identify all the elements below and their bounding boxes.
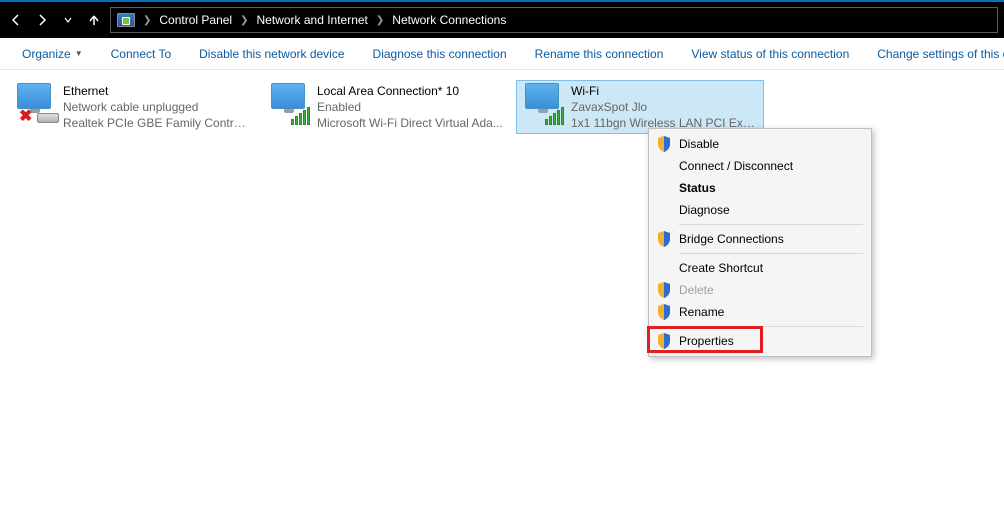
address-box[interactable]: ❯ Control Panel ❯ Network and Internet ❯… — [110, 7, 998, 33]
ctx-delete: Delete — [649, 279, 871, 301]
ctx-diagnose[interactable]: Diagnose — [649, 199, 871, 221]
ctx-connect[interactable]: Connect / Disconnect — [649, 155, 871, 177]
shield-icon — [657, 231, 671, 247]
shield-icon — [657, 304, 671, 320]
toolbar-label: Disable this network device — [199, 47, 344, 61]
ctx-label: Connect / Disconnect — [679, 159, 793, 173]
connection-item-local[interactable]: Local Area Connection* 10 Enabled Micros… — [262, 80, 510, 134]
shield-icon — [657, 282, 671, 298]
wifi-icon — [521, 83, 569, 129]
ctx-label: Rename — [679, 305, 724, 319]
ctx-label: Bridge Connections — [679, 232, 784, 246]
ctx-bridge[interactable]: Bridge Connections — [649, 228, 871, 250]
ctx-label: Status — [679, 181, 716, 195]
chevron-right-icon: ❯ — [143, 15, 151, 26]
view-status-button[interactable]: View status of this connection — [677, 38, 863, 70]
breadcrumb-seg[interactable]: Network and Internet — [257, 13, 368, 27]
shield-icon — [657, 333, 671, 349]
toolbar-label: Diagnose this connection — [373, 47, 507, 61]
connection-name: Ethernet — [63, 83, 251, 99]
connection-name: Local Area Connection* 10 — [317, 83, 503, 99]
toolbar-label: Rename this connection — [535, 47, 664, 61]
toolbar-label: Change settings of this c — [877, 47, 1004, 61]
ctx-separator — [679, 326, 863, 327]
connection-status: Enabled — [317, 99, 503, 115]
disconnected-x-icon: ✖ — [19, 109, 35, 125]
ctx-label: Delete — [679, 283, 714, 297]
ctx-separator — [679, 253, 863, 254]
command-bar: Organize ▼ Connect To Disable this netwo… — [0, 38, 1004, 70]
ctx-label: Disable — [679, 137, 719, 151]
chevron-right-icon: ❯ — [376, 15, 384, 26]
control-panel-icon — [117, 13, 135, 27]
address-bar: ❯ Control Panel ❯ Network and Internet ❯… — [0, 2, 1004, 38]
change-settings-button[interactable]: Change settings of this c — [863, 38, 1004, 70]
recent-dropdown[interactable] — [58, 10, 78, 30]
chevron-down-icon: ▼ — [75, 49, 83, 58]
connection-device: Microsoft Wi-Fi Direct Virtual Ada... — [317, 115, 503, 131]
disable-device-button[interactable]: Disable this network device — [185, 38, 358, 70]
diagnose-button[interactable]: Diagnose this connection — [359, 38, 521, 70]
ctx-label: Diagnose — [679, 203, 730, 217]
breadcrumb-seg[interactable]: Control Panel — [159, 13, 232, 27]
back-button[interactable] — [6, 10, 26, 30]
connect-to-button[interactable]: Connect To — [97, 38, 186, 70]
connection-name: Wi-Fi — [571, 83, 759, 99]
signal-bars-icon — [545, 107, 564, 125]
connection-status: Network cable unplugged — [63, 99, 251, 115]
toolbar-label: View status of this connection — [691, 47, 849, 61]
connection-device: Realtek PCIe GBE Family Controller — [63, 115, 251, 131]
shield-icon — [657, 136, 671, 152]
up-button[interactable] — [84, 10, 104, 30]
rename-button[interactable]: Rename this connection — [521, 38, 678, 70]
ctx-label: Create Shortcut — [679, 261, 763, 275]
ctx-rename[interactable]: Rename — [649, 301, 871, 323]
connection-item-ethernet[interactable]: ✖ Ethernet Network cable unplugged Realt… — [8, 80, 256, 134]
connection-item-wifi[interactable]: Wi-Fi ZavaxSpot Jlo 1x1 11bgn Wireless L… — [516, 80, 764, 134]
connection-status: ZavaxSpot Jlo — [571, 99, 759, 115]
breadcrumb-seg[interactable]: Network Connections — [392, 13, 506, 27]
chevron-right-icon: ❯ — [240, 15, 248, 26]
ctx-label: Properties — [679, 334, 734, 348]
forward-button[interactable] — [32, 10, 52, 30]
signal-bars-icon — [291, 107, 310, 125]
toolbar-label: Organize — [22, 47, 71, 61]
organize-menu[interactable]: Organize ▼ — [8, 38, 97, 70]
ctx-disable[interactable]: Disable — [649, 133, 871, 155]
ctx-separator — [679, 224, 863, 225]
ctx-create-shortcut[interactable]: Create Shortcut — [649, 257, 871, 279]
ethernet-icon: ✖ — [13, 83, 61, 129]
ctx-status[interactable]: Status — [649, 177, 871, 199]
wifi-virtual-icon — [267, 83, 315, 129]
context-menu: Disable Connect / Disconnect Status Diag… — [648, 128, 872, 357]
ctx-properties[interactable]: Properties — [649, 330, 871, 352]
toolbar-label: Connect To — [111, 47, 172, 61]
